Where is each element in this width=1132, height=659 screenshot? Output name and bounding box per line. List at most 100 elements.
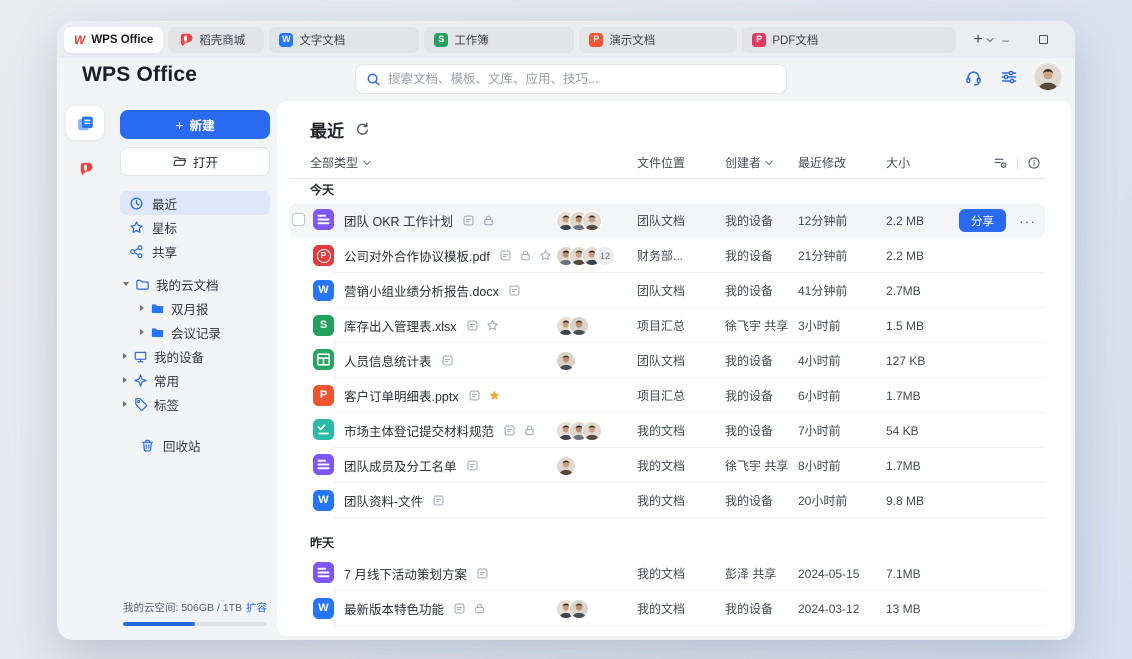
file-size: 2.7MB [886, 284, 959, 298]
file-row[interactable]: S库存出入管理表.xlsx项目汇总徐飞宇 共享3小时前1.5 MB [289, 308, 1045, 343]
file-row[interactable]: W营销小组业绩分析报告.docx团队文档我的设备41分钟前2.7MB [289, 273, 1045, 308]
open-folder-icon [172, 154, 187, 169]
info-icon[interactable] [1027, 156, 1041, 170]
sidebar-item-2[interactable]: 共享 [120, 239, 270, 263]
plus-icon: + [973, 32, 982, 48]
list-display-settings-icon[interactable] [993, 155, 1008, 170]
column-header-size: 大小 [886, 154, 959, 171]
sidebar-item-trash[interactable]: 回收站 [120, 433, 270, 457]
file-size: 9.8 MB [886, 494, 959, 508]
cloud-sync-icon [441, 354, 454, 367]
sidebar-item-0[interactable]: 最近 [120, 191, 270, 215]
word-tab-icon: W [279, 33, 293, 47]
window-body: + 新建 打开 最近星标共享 我的云文档双月报会议记录我的设备常用标签 回收站 [57, 101, 1075, 640]
tab-bar: WWPS Office稻壳商城W文字文档S工作簿P演示文档PPDF文档 + – … [57, 21, 1075, 58]
tab-0[interactable]: WWPS Office [64, 27, 163, 53]
caret-right-icon[interactable] [123, 401, 127, 407]
share-button[interactable]: 分享 [959, 209, 1006, 232]
more-menu-icon[interactable]: ··· [1019, 214, 1036, 228]
support-headset-icon[interactable] [964, 68, 983, 87]
docs-rail-icon [75, 113, 96, 134]
file-row[interactable]: 团队 OKR 工作计划团队文档我的设备12分钟前2.2 MB分享··· [289, 203, 1045, 238]
settings-sliders-icon[interactable] [1000, 68, 1018, 86]
tree-item-5[interactable]: 标签 [120, 392, 270, 416]
file-row[interactable]: 团队成员及分工名单我的文档徐飞宇 共享8小时前1.7MB [289, 448, 1045, 483]
file-row[interactable]: 市场主体登记提交材料规范我的文档我的设备7小时前54 KB [289, 413, 1045, 448]
file-row[interactable]: W团队资料-文件我的文档我的设备20小时前9.8 MB [289, 483, 1045, 518]
file-row[interactable]: P客户订单明细表.pptx项目汇总我的设备6小时前1.7MB [289, 378, 1045, 413]
file-size: 127 KB [886, 354, 959, 368]
docer-icon [78, 161, 93, 176]
file-name: 人员信息统计表 [344, 351, 432, 370]
file-modified: 3小时前 [798, 317, 886, 334]
app-header: WPS Office [57, 58, 1075, 101]
file-modified: 21分钟前 [798, 247, 886, 264]
file-location: 项目汇总 [637, 317, 725, 334]
file-row[interactable]: 7 月线下活动策划方案我的文档彭泽 共享2024-05-157.1MB [289, 556, 1045, 591]
column-header-location: 文件位置 [637, 154, 725, 171]
file-size: 54 KB [886, 424, 959, 438]
new-document-button[interactable]: + 新建 [120, 110, 270, 139]
avatar-count-badge: 12 [596, 247, 614, 265]
tab-label: 演示文档 [609, 32, 655, 48]
wps-logo-icon: W [74, 34, 85, 46]
file-creator: 我的设备 [725, 352, 798, 369]
device-icon [133, 349, 148, 364]
caret-right-icon[interactable] [123, 377, 127, 383]
caret-down-icon[interactable] [123, 282, 129, 286]
rail-item-docer[interactable] [66, 151, 104, 185]
open-file-button[interactable]: 打开 [120, 147, 270, 176]
tree-item-2[interactable]: 会议记录 [120, 320, 270, 344]
avatar [557, 352, 575, 370]
minimize-button[interactable]: – [999, 33, 1013, 47]
file-location: 项目汇总 [637, 387, 725, 404]
file-row[interactable]: 人员信息统计表团队文档我的设备4小时前127 KB [289, 343, 1045, 378]
tree-item-4[interactable]: 常用 [120, 368, 270, 392]
file-creator: 徐飞宇 共享 [725, 457, 798, 474]
column-header-creator[interactable]: 创建者 [725, 154, 798, 171]
file-size: 2.2 MB [886, 249, 959, 263]
storage-progress-bar [123, 622, 267, 626]
caret-right-icon[interactable] [140, 329, 144, 335]
file-name: 营销小组业绩分析报告.docx [344, 281, 499, 300]
file-modified: 4小时前 [798, 352, 886, 369]
tab-2[interactable]: W 文字文档 [269, 27, 419, 53]
file-size: 1.7MB [886, 389, 959, 403]
tab-3[interactable]: S工作簿 [424, 27, 574, 53]
file-creator: 我的设备 [725, 282, 798, 299]
chevron-down-icon[interactable] [986, 37, 994, 43]
star-outline-icon [539, 249, 552, 262]
cloud-sync-icon [468, 389, 481, 402]
tree-item-0[interactable]: 我的云文档 [120, 272, 270, 296]
file-modified: 12分钟前 [798, 212, 886, 229]
tree-item-3[interactable]: 我的设备 [120, 344, 270, 368]
file-row[interactable]: P公司对外合作协议模板.pdf12财务部...我的设备21分钟前2.2 MB [289, 238, 1045, 273]
row-checkbox[interactable] [292, 213, 305, 226]
tab-1[interactable]: 稻壳商城 [168, 27, 264, 53]
cloud-storage: 我的云空间: 506GB / 1TB 扩容 [120, 600, 270, 626]
tab-5[interactable]: PPDF文档 [742, 27, 956, 53]
file-row[interactable]: W最新版本特色功能我的文档我的设备2024-03-1213 MB [289, 591, 1045, 626]
file-modified: 2024-03-12 [798, 602, 886, 616]
refresh-icon[interactable] [355, 122, 369, 136]
cloud-sync-icon [476, 567, 489, 580]
search-input[interactable] [388, 72, 776, 86]
tab-label: 文字文档 [299, 32, 345, 48]
tab-4[interactable]: P演示文档 [579, 27, 737, 53]
user-avatar[interactable] [1035, 64, 1061, 90]
maximize-button[interactable] [1037, 33, 1051, 47]
new-tab-button[interactable]: + [973, 32, 993, 48]
tree-item-1[interactable]: 双月报 [120, 296, 270, 320]
search-box[interactable] [355, 64, 787, 94]
caret-right-icon[interactable] [140, 305, 144, 311]
file-creator: 我的设备 [725, 387, 798, 404]
storage-upgrade-link[interactable]: 扩容 [246, 600, 267, 615]
plus-icon: + [175, 117, 183, 133]
caret-right-icon[interactable] [123, 353, 127, 359]
sidebar-item-1[interactable]: 星标 [120, 215, 270, 239]
group-label: 昨天 [310, 526, 1071, 556]
share-nav-icon [129, 244, 144, 259]
file-modified: 41分钟前 [798, 282, 886, 299]
type-filter-dropdown[interactable]: 全部类型 [289, 154, 637, 171]
rail-item-documents[interactable] [66, 106, 104, 140]
